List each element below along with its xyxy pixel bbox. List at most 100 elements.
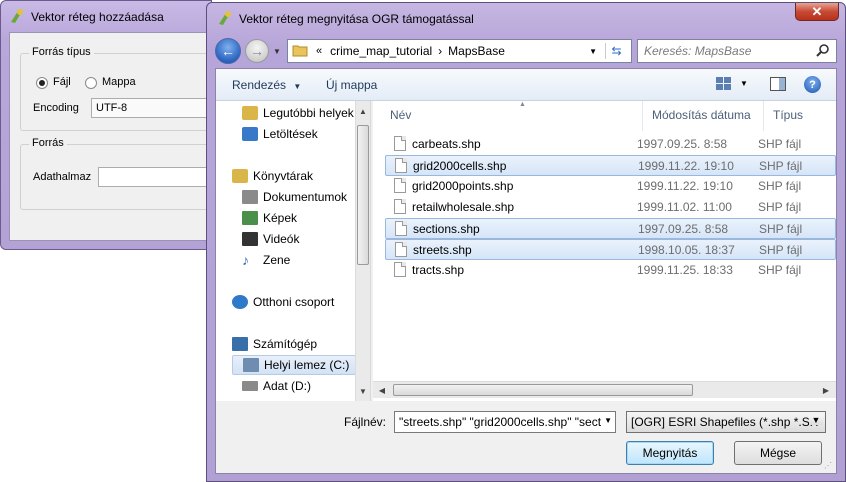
recent-locations-chevron-icon[interactable]: ▼: [273, 47, 281, 56]
column-header-name[interactable]: Név: [390, 108, 411, 122]
forward-arrow-icon: →: [250, 43, 264, 59]
radio-folder[interactable]: [85, 77, 97, 89]
file-name: streets.shp: [413, 243, 472, 257]
pictures-icon: [242, 211, 258, 225]
file-type: SHP fájl: [759, 159, 803, 173]
file-list-hscrollbar[interactable]: ◀ ▶: [373, 381, 836, 398]
source-group: Forrás Adathalmaz: [20, 137, 238, 210]
file-type: SHP fájl: [758, 179, 802, 193]
file-name: sections.shp: [413, 222, 480, 236]
nav-music[interactable]: ♪ Zene: [242, 250, 370, 270]
organize-button[interactable]: Rendezés ▼: [232, 78, 301, 92]
breadcrumb-item[interactable]: crime_map_tutorial: [330, 44, 432, 58]
scroll-down-icon[interactable]: ▼: [356, 383, 370, 399]
open-button[interactable]: Megnyitás: [626, 441, 714, 465]
file-name: retailwholesale.shp: [412, 200, 515, 214]
nav-videos[interactable]: Videók: [242, 229, 370, 249]
scroll-thumb[interactable]: [357, 125, 369, 265]
view-options-icon[interactable]: [716, 77, 732, 94]
preview-pane-icon[interactable]: [770, 77, 786, 94]
file-row[interactable]: retailwholesale.shp 1999.11.02. 11:00 SH…: [385, 197, 836, 218]
file-row[interactable]: tracts.shp 1999.11.25. 18:33 SHP fájl: [385, 260, 836, 281]
chevron-down-icon: ▼: [293, 82, 302, 91]
search-icon[interactable]: [816, 43, 830, 60]
file-date: 1999.11.22. 19:10: [637, 179, 733, 193]
nav-downloads[interactable]: Letöltések: [242, 124, 370, 144]
radio-file[interactable]: [36, 77, 48, 89]
file-icon: [394, 199, 406, 214]
file-icon: [395, 221, 407, 236]
file-type: SHP fájl: [758, 137, 802, 151]
help-icon[interactable]: ?: [804, 76, 821, 93]
close-button[interactable]: ✕: [795, 3, 839, 21]
column-header-date[interactable]: Módosítás dátuma: [652, 108, 751, 122]
file-date: 1999.11.22. 19:10: [638, 159, 734, 173]
file-date: 1999.11.02. 11:00: [637, 200, 732, 214]
breadcrumb-overflow[interactable]: «: [316, 45, 322, 57]
file-date: 1997.09.25. 8:58: [637, 137, 728, 151]
chevron-down-icon: ▼: [809, 415, 823, 425]
file-type: SHP fájl: [759, 222, 803, 236]
refresh-icon[interactable]: ⇆: [605, 43, 627, 59]
file-row[interactable]: streets.shp 1998.10.05. 18:37 SHP fájl: [385, 239, 836, 260]
file-name: carbeats.shp: [412, 137, 481, 151]
filetype-select[interactable]: [OGR] ESRI Shapefiles (*.shp *.SH ▼: [626, 411, 826, 433]
back-arrow-icon: ←: [221, 43, 235, 59]
command-toolbar: Rendezés ▼ Új mappa ▼ ?: [216, 69, 836, 101]
address-dropdown-icon[interactable]: ▼: [589, 47, 597, 56]
breadcrumb-separator[interactable]: ›: [438, 44, 442, 58]
file-row[interactable]: carbeats.shp 1997.09.25. 8:58 SHP fájl: [385, 134, 836, 155]
nav-label: Helyi lemez (C:): [264, 358, 350, 372]
file-name: grid2000points.shp: [412, 179, 514, 193]
file-icon: [395, 158, 407, 173]
file-list: ▲ Név Módosítás dátuma Típus carbeats.sh…: [373, 101, 836, 401]
nav-label: Dokumentumok: [263, 190, 348, 204]
sort-ascending-icon: ▲: [519, 101, 526, 108]
new-folder-button[interactable]: Új mappa: [326, 78, 377, 92]
filename-dropdown-icon[interactable]: ▼: [604, 416, 612, 425]
column-divider[interactable]: [642, 101, 643, 131]
file-row[interactable]: grid2000points.shp 1999.11.22. 19:10 SHP…: [385, 176, 836, 197]
filename-input[interactable]: "streets.shp" "grid2000cells.shp" "sect …: [394, 411, 616, 433]
scroll-thumb[interactable]: [393, 384, 693, 396]
nav-label: Letöltések: [263, 127, 318, 141]
filename-label: Fájlnév:: [344, 415, 387, 429]
resize-gripper-icon[interactable]: ⋰: [824, 461, 834, 471]
column-header-type[interactable]: Típus: [773, 108, 803, 122]
dialog-footer: Fájlnév: "streets.shp" "grid2000cells.sh…: [216, 403, 836, 473]
nav-libraries[interactable]: Könyvtárak: [232, 166, 370, 186]
nav-computer[interactable]: Számítógép: [232, 334, 370, 354]
nav-recent-places[interactable]: Legutóbbi helyek: [242, 103, 370, 123]
radio-file-label: Fájl: [53, 76, 71, 88]
file-dialog-client: Rendezés ▼ Új mappa ▼ ? Legutóbbi helyek…: [215, 68, 837, 474]
column-divider[interactable]: [763, 101, 764, 131]
back-button[interactable]: ←: [215, 38, 241, 64]
add-vector-layer-dialog: Vektor réteg hozzáadása Forrás típus Fáj…: [0, 0, 238, 250]
nav-data-disk[interactable]: Adat (D:): [242, 376, 370, 396]
file-row[interactable]: grid2000cells.shp 1999.11.22. 19:10 SHP …: [385, 155, 836, 176]
search-input[interactable]: Keresés: MapsBase: [644, 44, 751, 58]
search-box[interactable]: Keresés: MapsBase: [637, 39, 837, 63]
scroll-up-icon[interactable]: ▲: [356, 103, 370, 119]
nav-pictures[interactable]: Képek: [242, 208, 370, 228]
scroll-right-icon[interactable]: ▶: [819, 382, 833, 398]
address-bar[interactable]: « crime_map_tutorial › MapsBase ▼ ⇆: [287, 39, 632, 63]
nav-label: Zene: [263, 253, 291, 267]
nav-local-disk[interactable]: Helyi lemez (C:): [232, 355, 356, 375]
file-row[interactable]: sections.shp 1997.09.25. 8:58 SHP fájl: [385, 218, 836, 239]
nav-homegroup[interactable]: Otthoni csoport: [232, 292, 370, 312]
group-title: Forrás típus: [29, 46, 94, 58]
breadcrumb-item[interactable]: MapsBase: [448, 44, 505, 58]
radio-folder-label: Mappa: [102, 76, 136, 88]
nav-documents[interactable]: Dokumentumok: [242, 187, 370, 207]
file-date: 1998.10.05. 18:37: [638, 243, 735, 257]
filename-value: "streets.shp" "grid2000cells.shp" "sect: [399, 415, 602, 429]
view-dropdown-icon[interactable]: ▼: [740, 79, 748, 88]
forward-button[interactable]: →: [245, 39, 269, 63]
nav-scrollbar[interactable]: ▲ ▼: [355, 101, 370, 401]
open-vector-layer-dialog: Vektor réteg megnyitása OGR támogatással…: [206, 2, 846, 482]
nav-label: Otthoni csoport: [253, 295, 335, 309]
dataset-label: Adathalmaz: [33, 171, 92, 183]
scroll-left-icon[interactable]: ◀: [375, 382, 389, 398]
cancel-button[interactable]: Mégse: [734, 441, 822, 465]
